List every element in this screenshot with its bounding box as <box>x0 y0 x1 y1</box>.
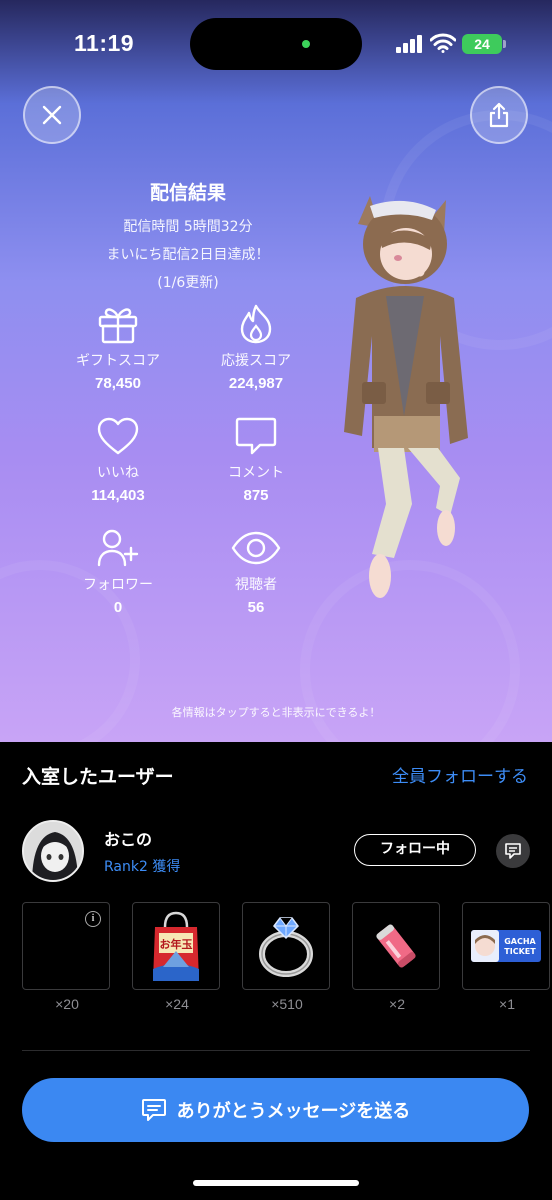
followers-label: フォロワー <box>83 577 153 593</box>
lucky-bag-icon: お年玉 <box>153 911 199 981</box>
stream-duration: 配信時間 5時間32分 <box>123 219 253 235</box>
visitor-rank: Rank2 獲得 <box>104 859 181 875</box>
gift-list: i ×20 お年玉 ×24 ×510 ×2 GACHA TICKET ×1 <box>0 902 552 1022</box>
add-user-icon <box>97 529 139 567</box>
gift-slot[interactable]: お年玉 <box>132 902 220 990</box>
visitor-name: おこの <box>104 830 153 849</box>
home-indicator[interactable] <box>193 1180 359 1186</box>
divider <box>22 1050 530 1051</box>
hide-info-hint: 各情報はタップすると非表示にできるよ！ <box>171 706 381 719</box>
share-icon <box>489 102 509 128</box>
battery-indicator: 24 <box>462 34 502 54</box>
gift-item[interactable]: i ×20 <box>22 902 112 1012</box>
avatar[interactable] <box>22 820 84 882</box>
likes-label: いいね <box>97 465 139 481</box>
battery-tip <box>503 40 506 48</box>
energy-drink-icon <box>376 924 416 968</box>
following-button[interactable]: フォロー中 <box>354 834 476 866</box>
stat-likes[interactable]: いいね 114,403 <box>43 416 193 504</box>
results-title: 配信結果 <box>149 182 226 204</box>
gift-count: ×1 <box>499 996 515 1012</box>
share-button[interactable] <box>470 86 528 144</box>
visitor-row[interactable]: おこの Rank2 獲得 フォロー中 <box>0 820 552 890</box>
lucky-bag-text: お年玉 <box>160 937 193 951</box>
visitors-panel: 入室したユーザー 全員フォローする おこの Rank2 獲得 フォロー中 i ×… <box>0 742 552 1200</box>
comment-icon <box>235 417 277 455</box>
signal-icon <box>396 35 422 53</box>
user-avatar-image <box>24 822 82 880</box>
gift-item[interactable]: お年玉 ×24 <box>132 902 222 1012</box>
send-thanks-label: ありがとうメッセージを送る <box>176 1101 411 1122</box>
close-icon <box>42 105 62 125</box>
ticket-text-ticket: TICKET <box>504 947 536 956</box>
wifi-icon <box>430 33 456 53</box>
gift-count: ×24 <box>165 996 189 1012</box>
likes-value: 114,403 <box>91 487 145 504</box>
status-bar: 11:19 24 <box>0 0 552 92</box>
close-button[interactable] <box>23 86 81 144</box>
gift-score-label: ギフトスコア <box>76 353 160 369</box>
gift-item[interactable]: ×510 <box>242 902 332 1012</box>
message-button[interactable] <box>496 834 530 868</box>
send-thanks-button[interactable]: ありがとうメッセージを送る <box>22 1078 529 1142</box>
ticket-text-gacha: GACHA <box>504 937 536 946</box>
message-icon <box>141 1099 166 1121</box>
status-time: 11:19 <box>74 30 135 56</box>
streak-message: まいにち配信2日目達成！ <box>106 247 270 263</box>
diamond-ring-icon <box>259 917 313 977</box>
stat-followers[interactable]: フォロワー 0 <box>43 528 193 616</box>
gift-count: ×510 <box>271 996 303 1012</box>
gift-slot[interactable] <box>242 902 330 990</box>
gift-slot[interactable] <box>352 902 440 990</box>
gift-icon <box>98 308 138 344</box>
gift-count: ×20 <box>55 996 79 1012</box>
gift-slot[interactable]: i <box>22 902 110 990</box>
eye-icon <box>231 531 281 565</box>
comment-icon <box>505 843 521 859</box>
camera-indicator <box>302 40 310 48</box>
stream-result-panel: 11:19 24 配信結果 配信時間 5時間32分 まいにち配信2日目達成！ (… <box>0 0 552 742</box>
dynamic-island <box>190 18 362 70</box>
heart-icon <box>97 417 139 455</box>
visitors-title: 入室したユーザー <box>22 766 174 788</box>
gift-slot[interactable]: GACHA TICKET <box>462 902 550 990</box>
followers-value: 0 <box>113 599 123 616</box>
gift-item[interactable]: ×2 <box>352 902 442 1012</box>
gift-count: ×2 <box>389 996 405 1012</box>
streamer-avatar-image <box>344 196 468 598</box>
flame-icon <box>240 304 272 344</box>
follow-all-button[interactable]: 全員フォローする <box>392 762 528 787</box>
stat-gift-score[interactable]: ギフトスコア 78,450 <box>43 304 193 392</box>
gift-item[interactable]: GACHA TICKET ×1 <box>462 902 552 1012</box>
update-date: (1/6更新) <box>157 275 219 291</box>
gacha-ticket-icon: GACHA TICKET <box>471 930 541 962</box>
info-icon[interactable]: i <box>85 911 101 927</box>
gift-score-value: 78,450 <box>95 375 141 392</box>
